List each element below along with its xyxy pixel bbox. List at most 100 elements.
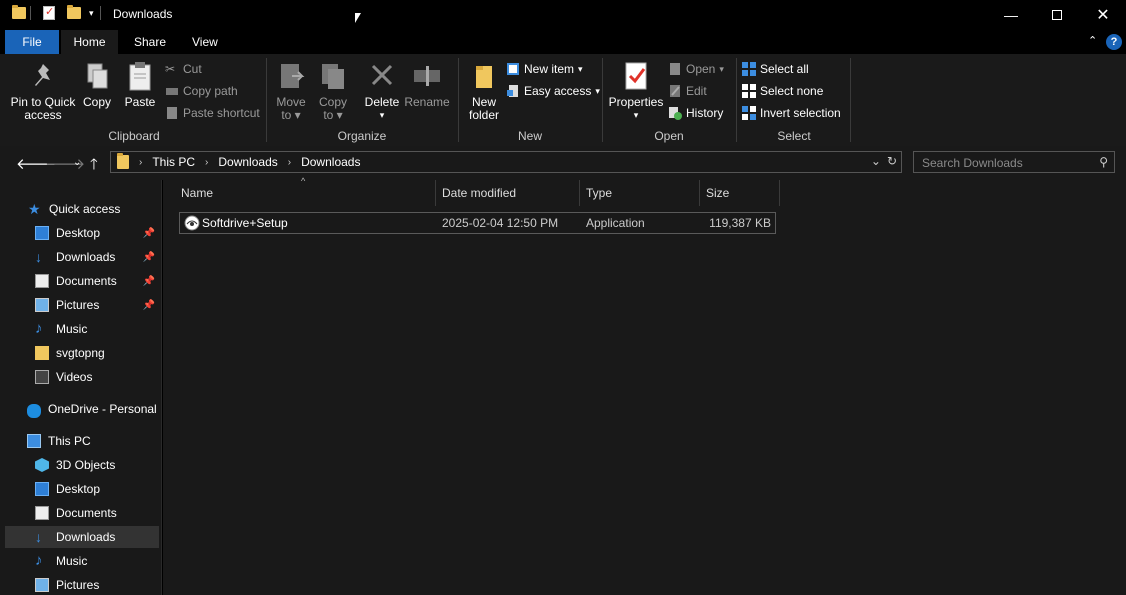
collapse-ribbon-icon[interactable]: ⌃ — [1088, 34, 1097, 47]
nav-item-pc-downloads[interactable]: ↓ Downloads — [5, 526, 159, 548]
paste-button[interactable]: Paste — [121, 60, 159, 109]
table-row[interactable]: Softdrive+Setup 2025-02-04 12:50 PM Appl… — [179, 212, 776, 234]
nav-item-documents[interactable]: Documents 📌 — [5, 270, 159, 292]
pin-to-quick-access-button[interactable]: Pin to Quick access — [9, 60, 77, 122]
nav-label: OneDrive - Personal — [48, 402, 157, 416]
customize-toolbar-chevron-icon[interactable]: ▾ — [89, 8, 94, 19]
new-folder-icon[interactable] — [67, 5, 81, 19]
ribbon: Pin to Quick access Copy Paste ✂ Cut Cop… — [0, 54, 1126, 146]
document-icon — [35, 274, 49, 288]
new-item-icon — [506, 62, 520, 76]
nav-item-pc-documents[interactable]: Documents — [5, 502, 159, 524]
column-header-date[interactable]: Date modified — [436, 180, 580, 206]
chevron-right-icon[interactable]: › — [288, 157, 291, 168]
nav-item-3d-objects[interactable]: 3D Objects — [5, 454, 159, 476]
invert-selection-button[interactable]: Invert selection — [742, 106, 841, 120]
column-header-name[interactable]: Name — [175, 180, 436, 206]
nav-item-pc-music[interactable]: ♪ Music — [5, 550, 159, 572]
delete-dropdown-icon[interactable]: ▾ — [362, 109, 402, 122]
address-controls: ⌄ ↻ — [871, 154, 897, 168]
tab-file[interactable]: File — [5, 30, 59, 54]
nav-item-desktop[interactable]: Desktop 📌 — [5, 222, 159, 244]
properties-icon[interactable] — [43, 5, 55, 20]
pin-icon[interactable]: 📌 — [143, 228, 155, 239]
up-arrow-icon[interactable]: 🡑 — [90, 154, 98, 179]
delete-button[interactable]: Delete ▾ — [362, 60, 402, 122]
paste-shortcut-button[interactable]: Paste shortcut — [165, 106, 260, 120]
select-none-button[interactable]: Select none — [742, 84, 823, 98]
copy-button[interactable]: Copy — [79, 60, 115, 109]
minimize-button[interactable]: — — [988, 0, 1034, 30]
breadcrumb-downloads-current[interactable]: Downloads — [301, 155, 360, 169]
nav-item-downloads[interactable]: ↓ Downloads 📌 — [5, 246, 159, 268]
history-icon — [668, 106, 682, 120]
nav-label: Quick access — [49, 202, 121, 216]
new-group-label: New — [517, 129, 542, 143]
nav-item-pc-pictures[interactable]: Pictures — [5, 574, 159, 595]
rename-label: Rename — [404, 95, 450, 109]
nav-label: This PC — [48, 434, 91, 448]
computer-icon — [27, 434, 41, 448]
address-dropdown-icon[interactable]: ⌄ — [871, 154, 881, 168]
refresh-icon[interactable]: ↻ — [887, 154, 897, 168]
column-header-type[interactable]: Type — [580, 180, 700, 206]
nav-this-pc[interactable]: This PC — [5, 430, 159, 452]
copy-path-button[interactable]: Copy path — [165, 84, 238, 98]
open-group-label: Open — [654, 129, 684, 143]
nav-label: Documents — [56, 274, 117, 288]
search-box[interactable]: Search Downloads ⚲ — [913, 151, 1115, 173]
title-bar: ▾ Downloads — ✕ — [0, 0, 1126, 30]
pin-icon[interactable]: 📌 — [143, 276, 155, 287]
pin-icon[interactable]: 📌 — [143, 252, 155, 263]
group-divider — [458, 58, 459, 142]
properties-button[interactable]: Properties ▾ — [606, 60, 666, 122]
pin-label-2: access — [24, 108, 62, 122]
column-header-size[interactable]: Size — [700, 180, 780, 206]
tab-share[interactable]: Share — [122, 30, 178, 54]
edit-button[interactable]: Edit — [668, 84, 707, 98]
recent-locations-chevron-icon[interactable]: ⌄ — [73, 157, 81, 168]
help-icon[interactable]: ? — [1106, 34, 1122, 50]
properties-icon — [621, 60, 651, 92]
copy-to-label-2: to ▾ — [323, 108, 343, 122]
nav-item-pictures[interactable]: Pictures 📌 — [5, 294, 159, 316]
new-folder-button[interactable]: New folder — [464, 60, 504, 122]
easy-access-button[interactable]: Easy access ▾ — [506, 84, 600, 98]
easy-access-label: Easy access — [524, 84, 592, 98]
nav-onedrive[interactable]: OneDrive - Personal — [5, 398, 159, 420]
folder-icon — [117, 153, 129, 169]
move-to-button[interactable]: Move to ▾ — [272, 60, 310, 122]
address-bar[interactable]: › This PC › Downloads › Downloads ⌄ ↻ — [110, 151, 902, 173]
tab-home[interactable]: Home — [61, 30, 118, 54]
nav-item-pc-desktop[interactable]: Desktop — [5, 478, 159, 500]
folder-icon[interactable] — [12, 5, 26, 19]
new-item-button[interactable]: New item ▾ — [506, 62, 583, 76]
open-label: Open — [686, 62, 716, 76]
properties-dropdown-icon[interactable]: ▾ — [606, 109, 666, 122]
tab-view[interactable]: View — [180, 30, 230, 54]
cut-button[interactable]: ✂ Cut — [165, 62, 202, 76]
chevron-down-icon: ▾ — [578, 63, 583, 74]
maximize-button[interactable] — [1034, 0, 1080, 30]
chevron-down-icon: ▾ — [719, 63, 724, 74]
delete-label: Delete — [364, 95, 400, 109]
select-all-button[interactable]: Select all — [742, 62, 809, 76]
nav-label: Desktop — [56, 482, 101, 496]
breadcrumb-this-pc[interactable]: This PC — [152, 155, 195, 169]
search-icon[interactable]: ⚲ — [1099, 155, 1108, 169]
nav-item-svgtopng[interactable]: svgtopng — [5, 342, 159, 364]
history-button[interactable]: History — [668, 106, 723, 120]
rename-button[interactable]: Rename — [404, 60, 450, 109]
nav-item-music[interactable]: ♪ Music — [5, 318, 159, 340]
chevron-right-icon[interactable]: › — [139, 157, 142, 168]
nav-item-videos[interactable]: Videos — [5, 366, 159, 388]
download-arrow-icon: ↓ — [35, 529, 42, 545]
breadcrumb-downloads-parent[interactable]: Downloads — [218, 155, 277, 169]
nav-quick-access[interactable]: ★ Quick access — [28, 198, 158, 220]
chevron-right-icon[interactable]: › — [205, 157, 208, 168]
open-button[interactable]: Open ▾ — [668, 62, 724, 76]
pin-icon[interactable]: 📌 — [143, 300, 155, 311]
3d-objects-icon — [35, 458, 49, 472]
close-button[interactable]: ✕ — [1080, 0, 1126, 30]
copy-to-button[interactable]: Copy to ▾ — [314, 60, 352, 122]
